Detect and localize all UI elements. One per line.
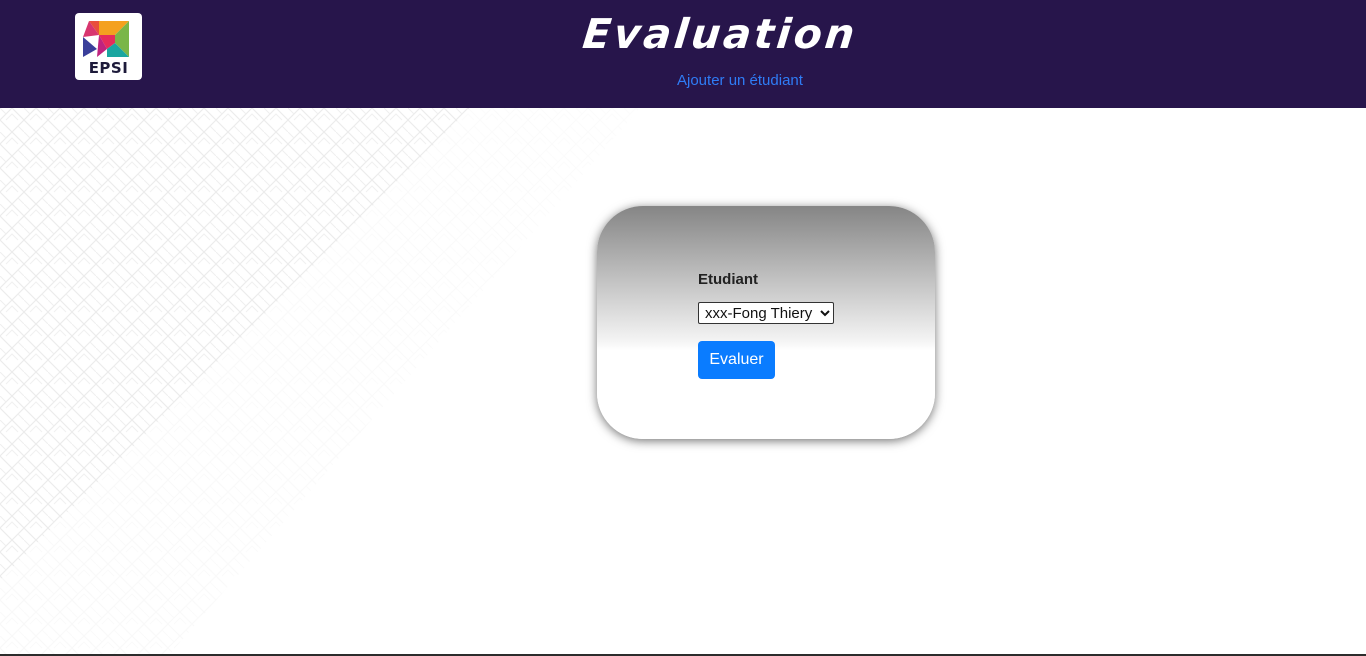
- header-bar: EPSI Evaluation Ajouter un étudiant: [0, 0, 1366, 108]
- evaluation-card: Etudiant xxx-Fong Thiery Evaluer: [597, 206, 935, 439]
- student-label: Etudiant: [698, 271, 758, 288]
- evaluate-button[interactable]: Evaluer: [698, 341, 775, 379]
- page-title: Evaluation: [580, 10, 860, 58]
- epsi-logo: EPSI: [75, 13, 142, 80]
- logo-text: EPSI: [88, 59, 129, 77]
- page: EPSI Evaluation Ajouter un étudiant Etud…: [0, 0, 1366, 656]
- student-select[interactable]: xxx-Fong Thiery: [698, 302, 834, 324]
- add-student-link[interactable]: Ajouter un étudiant: [677, 72, 803, 89]
